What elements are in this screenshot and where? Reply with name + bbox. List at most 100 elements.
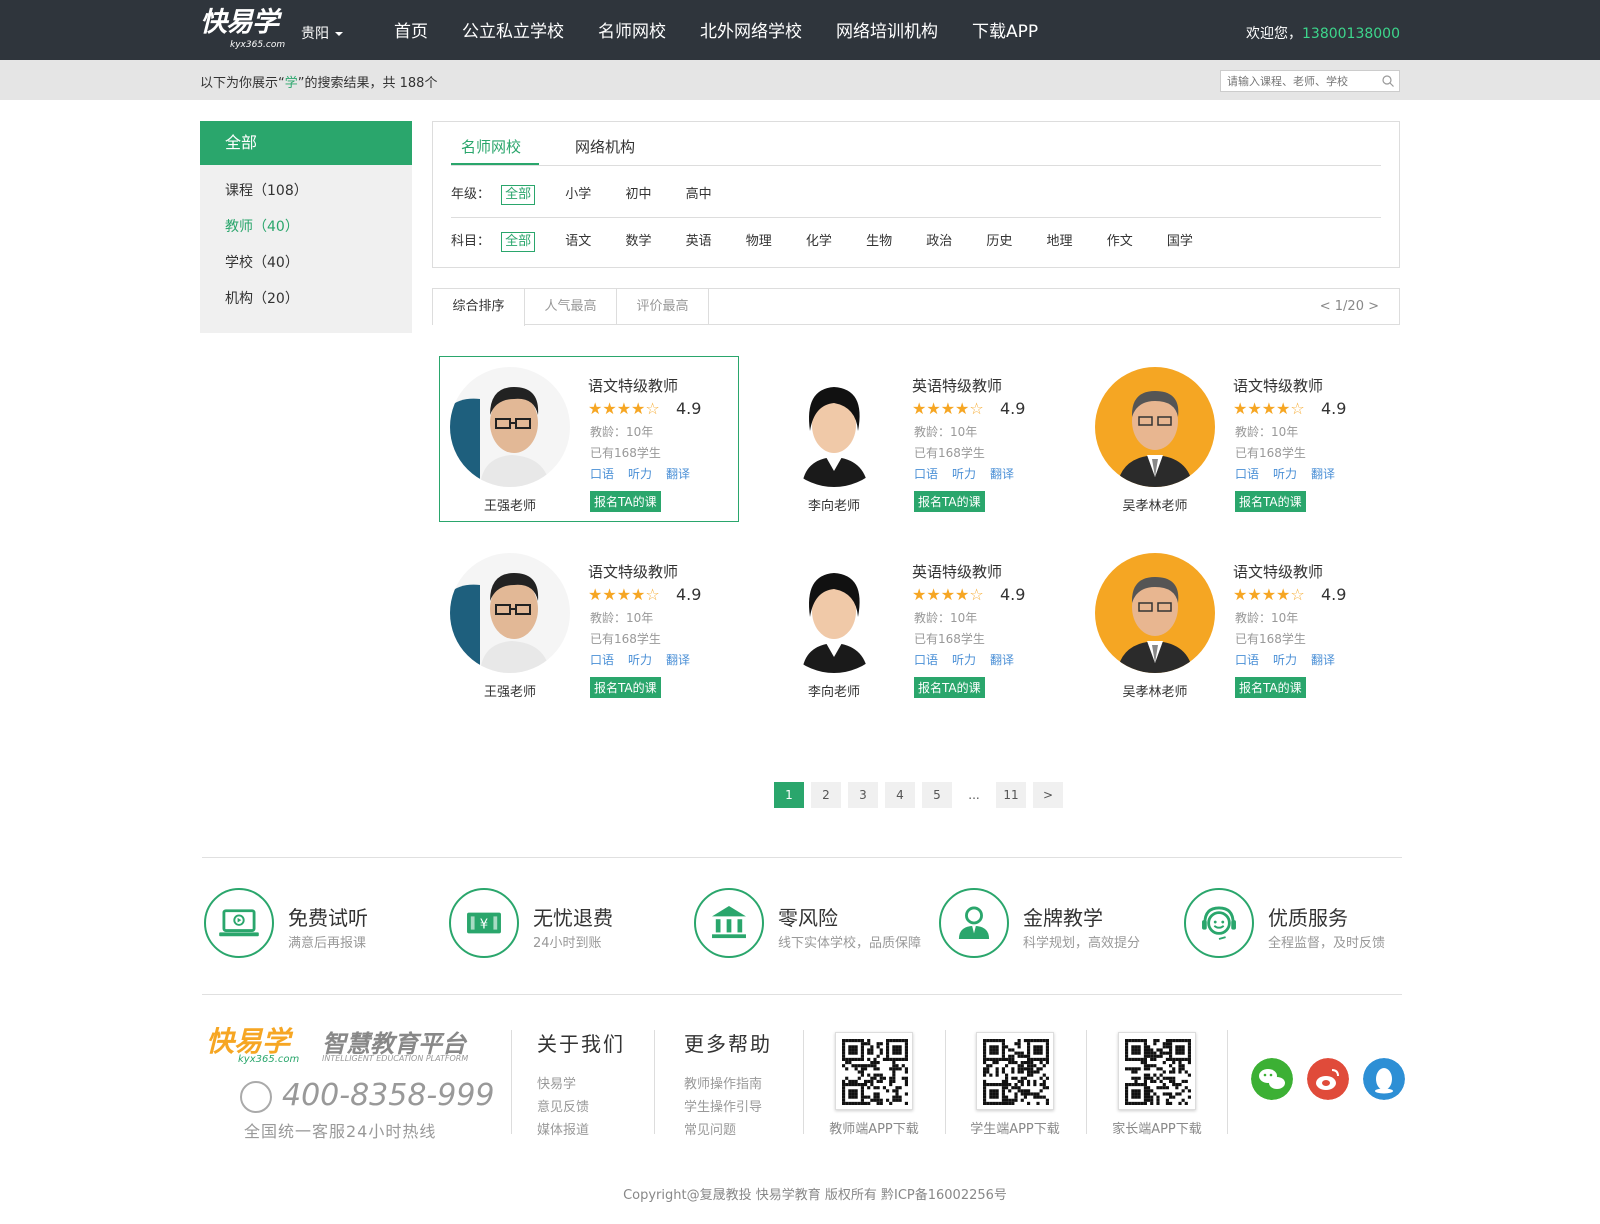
footer-link[interactable]: 媒体报道 [537, 1119, 625, 1142]
sidebar-item-teachers[interactable]: 教师（40） [200, 209, 412, 245]
subject-option[interactable]: 英语 [682, 232, 716, 252]
teacher-tag[interactable]: 口语 [914, 467, 938, 481]
grade-option[interactable]: 高中 [682, 185, 716, 205]
teacher-card[interactable]: 李向老师 英语特级教师 ★★★★☆ 4.9 教龄：10年 已有168学生 口语 听力 翻译 报名T… [763, 542, 1063, 708]
city-selector[interactable]: 贵阳 [301, 23, 343, 43]
teacher-card[interactable]: 吴孝林老师 语文特级教师 ★★★★☆ 4.9 教龄：10年 已有168学生 口语 听力 翻译 报名… [1084, 356, 1384, 522]
tab-network-orgs[interactable]: 网络机构 [575, 136, 635, 157]
teacher-tag[interactable]: 口语 [914, 653, 938, 667]
page-button[interactable]: 5 [922, 782, 952, 808]
tab-famous-teachers[interactable]: 名师网校 [461, 136, 521, 157]
page-button[interactable]: 11 [996, 782, 1026, 808]
teacher-tag[interactable]: 听力 [952, 467, 976, 481]
subject-option[interactable]: 化学 [802, 232, 836, 252]
nav-training-orgs[interactable]: 网络培训机构 [836, 0, 938, 60]
next-page-button[interactable]: > [1033, 782, 1063, 808]
sort-popular[interactable]: 人气最高 [525, 289, 617, 325]
student-app-qr[interactable]: 学生端APP下载 [970, 1032, 1060, 1137]
subject-option-all[interactable]: 全部 [501, 232, 536, 252]
teacher-tag[interactable]: 口语 [1235, 467, 1259, 481]
page-button[interactable]: 4 [885, 782, 915, 808]
sidebar-item-schools[interactable]: 学校（40） [200, 245, 412, 281]
teacher-tag[interactable]: 听力 [1273, 653, 1297, 667]
teacher-card[interactable]: 吴孝林老师 语文特级教师 ★★★★☆ 4.9 教龄：10年 已有168学生 口语 听力 翻译 报名… [1084, 542, 1384, 708]
enroll-button[interactable]: 报名TA的课 [914, 677, 985, 698]
enroll-button[interactable]: 报名TA的课 [1235, 491, 1306, 512]
teacher-name[interactable]: 李向老师 [764, 495, 904, 514]
qq-icon[interactable] [1363, 1058, 1405, 1100]
teacher-avatar[interactable] [774, 367, 894, 487]
parent-app-qr[interactable]: 家长端APP下载 [1112, 1032, 1202, 1137]
subject-option[interactable]: 语文 [561, 232, 595, 252]
teacher-tag[interactable]: 口语 [590, 653, 614, 667]
sort-rating[interactable]: 评价最高 [617, 289, 709, 325]
teacher-tag[interactable]: 翻译 [990, 467, 1014, 481]
teacher-tag[interactable]: 听力 [628, 467, 652, 481]
grade-option-all[interactable]: 全部 [501, 185, 536, 205]
teacher-avatar[interactable] [1095, 367, 1215, 487]
teacher-tag[interactable]: 听力 [952, 653, 976, 667]
teacher-card[interactable]: 王强老师 语文特级教师 ★★★★☆ 4.9 教龄：10年 已有168学生 口语 听力 翻译 报名T… [439, 356, 739, 522]
enroll-button[interactable]: 报名TA的课 [1235, 677, 1306, 698]
teacher-tag[interactable]: 翻译 [990, 653, 1014, 667]
page-button[interactable]: 3 [848, 782, 878, 808]
teacher-avatar[interactable] [450, 367, 570, 487]
weibo-icon[interactable] [1307, 1058, 1349, 1100]
subject-option[interactable]: 生物 [862, 232, 896, 252]
teacher-tag[interactable]: 听力 [628, 653, 652, 667]
teacher-tag[interactable]: 翻译 [1311, 467, 1335, 481]
footer-link[interactable]: 学生操作引导 [684, 1096, 772, 1119]
sort-overall[interactable]: 综合排序 [433, 289, 525, 326]
nav-famous-teachers[interactable]: 名师网校 [598, 0, 666, 60]
teacher-name[interactable]: 王强老师 [440, 495, 580, 514]
subject-option[interactable]: 政治 [922, 232, 956, 252]
footer-logo[interactable]: 快易学 kyx365.com [206, 1020, 299, 1065]
search-input[interactable] [1221, 71, 1371, 91]
page-button[interactable]: 2 [811, 782, 841, 808]
teacher-avatar[interactable] [1095, 553, 1215, 673]
subject-option[interactable]: 物理 [742, 232, 776, 252]
grade-option[interactable]: 初中 [621, 185, 655, 205]
enroll-button[interactable]: 报名TA的课 [590, 677, 661, 698]
nav-beiwai-school[interactable]: 北外网络学校 [700, 0, 802, 60]
wechat-icon[interactable] [1251, 1058, 1293, 1100]
teacher-tag[interactable]: 口语 [590, 467, 614, 481]
search-icon[interactable] [1382, 75, 1394, 87]
subject-option[interactable]: 数学 [621, 232, 655, 252]
nav-home[interactable]: 首页 [394, 0, 428, 60]
teacher-name[interactable]: 吴孝林老师 [1085, 681, 1225, 700]
teacher-name[interactable]: 李向老师 [764, 681, 904, 700]
sidebar-item-courses[interactable]: 课程（108） [200, 173, 412, 209]
teacher-tag[interactable]: 翻译 [1311, 653, 1335, 667]
grade-option[interactable]: 小学 [561, 185, 595, 205]
teacher-card[interactable]: 李向老师 英语特级教师 ★★★★☆ 4.9 教龄：10年 已有168学生 口语 听力 翻译 报名T… [763, 356, 1063, 522]
nav-download-app[interactable]: 下载APP [972, 0, 1038, 60]
subject-option[interactable]: 地理 [1043, 232, 1077, 252]
site-logo[interactable]: 快易学 kyx365.com [200, 8, 290, 52]
teacher-tag[interactable]: 翻译 [666, 467, 690, 481]
teacher-card[interactable]: 王强老师 语文特级教师 ★★★★☆ 4.9 教龄：10年 已有168学生 口语 听力 翻译 报名T… [439, 542, 739, 708]
subject-option[interactable]: 国学 [1163, 232, 1197, 252]
footer-link[interactable]: 教师操作指南 [684, 1073, 772, 1096]
teacher-name[interactable]: 王强老师 [440, 681, 580, 700]
user-phone-link[interactable]: 13800138000 [1302, 26, 1400, 42]
footer-link[interactable]: 常见问题 [684, 1119, 772, 1142]
teacher-tag[interactable]: 口语 [1235, 653, 1259, 667]
sidebar-item-all[interactable]: 全部 [200, 121, 412, 165]
teacher-avatar[interactable] [774, 553, 894, 673]
footer-link[interactable]: 快易学 [537, 1073, 625, 1096]
footer-link[interactable]: 意见反馈 [537, 1096, 625, 1119]
sidebar-item-orgs[interactable]: 机构（20） [200, 281, 412, 317]
subject-option[interactable]: 作文 [1103, 232, 1137, 252]
mini-pager[interactable]: < 1/20 > [1320, 299, 1379, 314]
page-button[interactable]: 1 [774, 782, 804, 808]
enroll-button[interactable]: 报名TA的课 [914, 491, 985, 512]
teacher-tag[interactable]: 翻译 [666, 653, 690, 667]
teacher-name[interactable]: 吴孝林老师 [1085, 495, 1225, 514]
teacher-tag[interactable]: 听力 [1273, 467, 1297, 481]
subject-option[interactable]: 历史 [982, 232, 1016, 252]
teacher-app-qr[interactable]: 教师端APP下载 [829, 1032, 919, 1137]
nav-schools[interactable]: 公立私立学校 [462, 0, 564, 60]
enroll-button[interactable]: 报名TA的课 [590, 491, 661, 512]
teacher-avatar[interactable] [450, 553, 570, 673]
